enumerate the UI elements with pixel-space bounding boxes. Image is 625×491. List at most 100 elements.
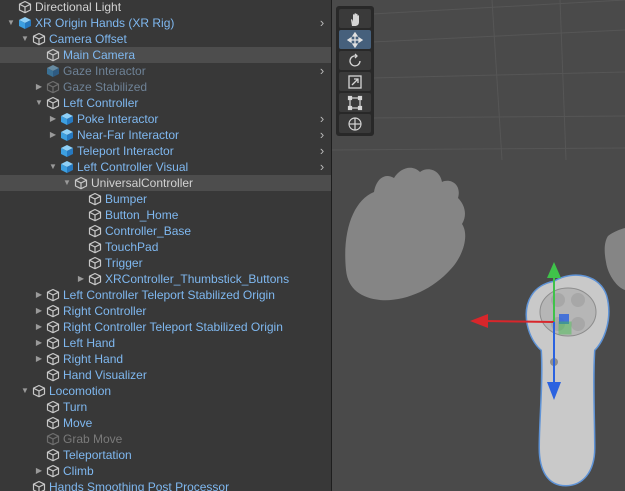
hierarchy-item-label: Climb [63, 464, 94, 478]
hierarchy-item[interactable]: Main Camera [0, 47, 331, 63]
open-prefab-chevron-icon[interactable]: › [317, 127, 327, 143]
prefab-cube-icon [60, 112, 74, 126]
hierarchy-item[interactable]: ▶ Gaze Stabilized [0, 79, 331, 95]
hierarchy-item[interactable]: Button_Home [0, 207, 331, 223]
gameobject-cube-icon [46, 48, 60, 62]
hierarchy-item[interactable]: Gaze Interactor › [0, 63, 331, 79]
move-tool-button[interactable] [339, 30, 371, 49]
hierarchy-item[interactable]: ▼ Left Controller Visual › [0, 159, 331, 175]
hierarchy-item[interactable]: ▼ Locomotion [0, 383, 331, 399]
hierarchy-item[interactable]: Grab Move [0, 431, 331, 447]
gameobject-cube-icon [88, 208, 102, 222]
expand-arrow-open-icon[interactable]: ▼ [62, 175, 72, 191]
expand-arrow-closed-icon[interactable]: ▶ [76, 271, 86, 287]
hierarchy-item[interactable]: Hands Smoothing Post Processor [0, 479, 331, 491]
gameobject-cube-icon [46, 352, 60, 366]
hierarchy-item-label: Button_Home [105, 208, 179, 222]
expand-arrow-closed-icon[interactable]: ▶ [34, 351, 44, 367]
expand-arrow-open-icon[interactable]: ▼ [48, 159, 58, 175]
hierarchy-item-label: Left Hand [63, 336, 116, 350]
prefab-cube-icon [60, 128, 74, 142]
hierarchy-item[interactable]: Controller_Base [0, 223, 331, 239]
gameobject-cube-icon [88, 256, 102, 270]
hierarchy-item[interactable]: Turn [0, 399, 331, 415]
expand-arrow-closed-icon[interactable]: ▶ [34, 463, 44, 479]
hierarchy-item[interactable]: ▶ Poke Interactor › [0, 111, 331, 127]
expand-arrow-closed-icon[interactable]: ▶ [34, 319, 44, 335]
open-prefab-chevron-icon[interactable]: › [317, 111, 327, 127]
hierarchy-item[interactable]: ▼ Camera Offset [0, 31, 331, 47]
rect-tool-button[interactable] [339, 93, 371, 112]
hierarchy-item[interactable]: ▼ UniversalController [0, 175, 331, 191]
open-prefab-chevron-icon[interactable]: › [317, 15, 327, 31]
hierarchy-item[interactable]: Teleport Interactor › [0, 143, 331, 159]
transform-tool-button[interactable] [339, 114, 371, 133]
hierarchy-item-label: XRController_Thumbstick_Buttons [105, 272, 290, 286]
hierarchy-item[interactable]: ▶ Right Controller [0, 303, 331, 319]
prefab-cube-icon [60, 160, 74, 174]
hierarchy-item-label: Gaze Interactor [63, 64, 146, 78]
gameobject-cube-icon [46, 416, 60, 430]
scene-view[interactable] [332, 0, 625, 491]
expand-arrow-closed-icon[interactable]: ▶ [34, 303, 44, 319]
expand-arrow-closed-icon[interactable]: ▶ [48, 127, 58, 143]
hierarchy-item-label: Hands Smoothing Post Processor [49, 480, 230, 491]
expand-arrow-open-icon[interactable]: ▼ [34, 95, 44, 111]
prefab-cube-icon [18, 16, 32, 30]
gameobject-cube-icon [88, 240, 102, 254]
scale-tool-icon [348, 75, 362, 89]
open-prefab-chevron-icon[interactable]: › [317, 159, 327, 175]
hierarchy-item[interactable]: ▼ Left Controller [0, 95, 331, 111]
expand-arrow-closed-icon[interactable]: ▶ [34, 79, 44, 95]
expand-arrow-closed-icon[interactable]: ▶ [34, 287, 44, 303]
hierarchy-item-label: Poke Interactor [77, 112, 159, 126]
hierarchy-item-label: UniversalController [91, 176, 194, 190]
open-prefab-chevron-icon[interactable]: › [317, 63, 327, 79]
gameobject-cube-icon [32, 384, 46, 398]
expand-arrow-closed-icon[interactable]: ▶ [48, 111, 58, 127]
rotate-tool-button[interactable] [339, 51, 371, 70]
hierarchy-item-label: Left Controller Teleport Stabilized Orig… [63, 288, 275, 302]
hierarchy-item[interactable]: ▶ Left Hand [0, 335, 331, 351]
hierarchy-item[interactable]: Bumper [0, 191, 331, 207]
hand-tool-icon [351, 13, 359, 26]
gameobject-cube-icon [74, 176, 88, 190]
hierarchy-item-label: XR Origin Hands (XR Rig) [35, 16, 175, 30]
scene-viewport [332, 0, 625, 487]
hierarchy-item[interactable]: TouchPad [0, 239, 331, 255]
gameobject-cube-icon [46, 464, 60, 478]
hierarchy-item-label: Main Camera [63, 48, 136, 62]
hierarchy-item[interactable]: ▶ Left Controller Teleport Stabilized Or… [0, 287, 331, 303]
hierarchy-panel: Directional Light ▼ XR Origin Hands (XR R… [0, 0, 331, 491]
scale-tool-button[interactable] [339, 72, 371, 91]
hierarchy-item[interactable]: ▶ Near-Far Interactor › [0, 127, 331, 143]
hierarchy-item-label: Grab Move [63, 432, 123, 446]
hierarchy-item[interactable]: Hand Visualizer [0, 367, 331, 383]
hierarchy-item[interactable]: Move [0, 415, 331, 431]
gameobject-cube-icon [46, 336, 60, 350]
hierarchy-item[interactable]: Trigger [0, 255, 331, 271]
hierarchy-item-label: Locomotion [49, 384, 112, 398]
expand-arrow-open-icon[interactable]: ▼ [20, 383, 30, 399]
gameobject-cube-icon [46, 320, 60, 334]
expand-arrow-open-icon[interactable]: ▼ [6, 15, 16, 31]
hierarchy-item[interactable]: ▶ Climb [0, 463, 331, 479]
gameobject-cube-icon [46, 304, 60, 318]
expand-arrow-closed-icon[interactable]: ▶ [34, 335, 44, 351]
gameobject-cube-icon [88, 192, 102, 206]
left-hand-model[interactable] [345, 167, 466, 301]
hierarchy-item-label: TouchPad [105, 240, 159, 254]
expand-arrow-open-icon[interactable]: ▼ [20, 31, 30, 47]
hierarchy-item[interactable]: ▼ XR Origin Hands (XR Rig) › [0, 15, 331, 31]
hierarchy-item[interactable]: ▶ Right Hand [0, 351, 331, 367]
open-prefab-chevron-icon[interactable]: › [317, 143, 327, 159]
hierarchy-item-label: Right Hand [63, 352, 124, 366]
hierarchy-item[interactable]: ▶ Right Controller Teleport Stabilized O… [0, 319, 331, 335]
right-hand-model-edge[interactable] [604, 228, 625, 290]
hierarchy-item[interactable]: ▶ XRController_Thumbstick_Buttons [0, 271, 331, 287]
hierarchy-item[interactable]: Teleportation [0, 447, 331, 463]
hand-tool-button[interactable] [339, 9, 371, 28]
hierarchy-item-label: Bumper [105, 192, 148, 206]
hierarchy-item[interactable]: Directional Light [0, 0, 331, 15]
hierarchy-item-label: Directional Light [35, 0, 122, 14]
